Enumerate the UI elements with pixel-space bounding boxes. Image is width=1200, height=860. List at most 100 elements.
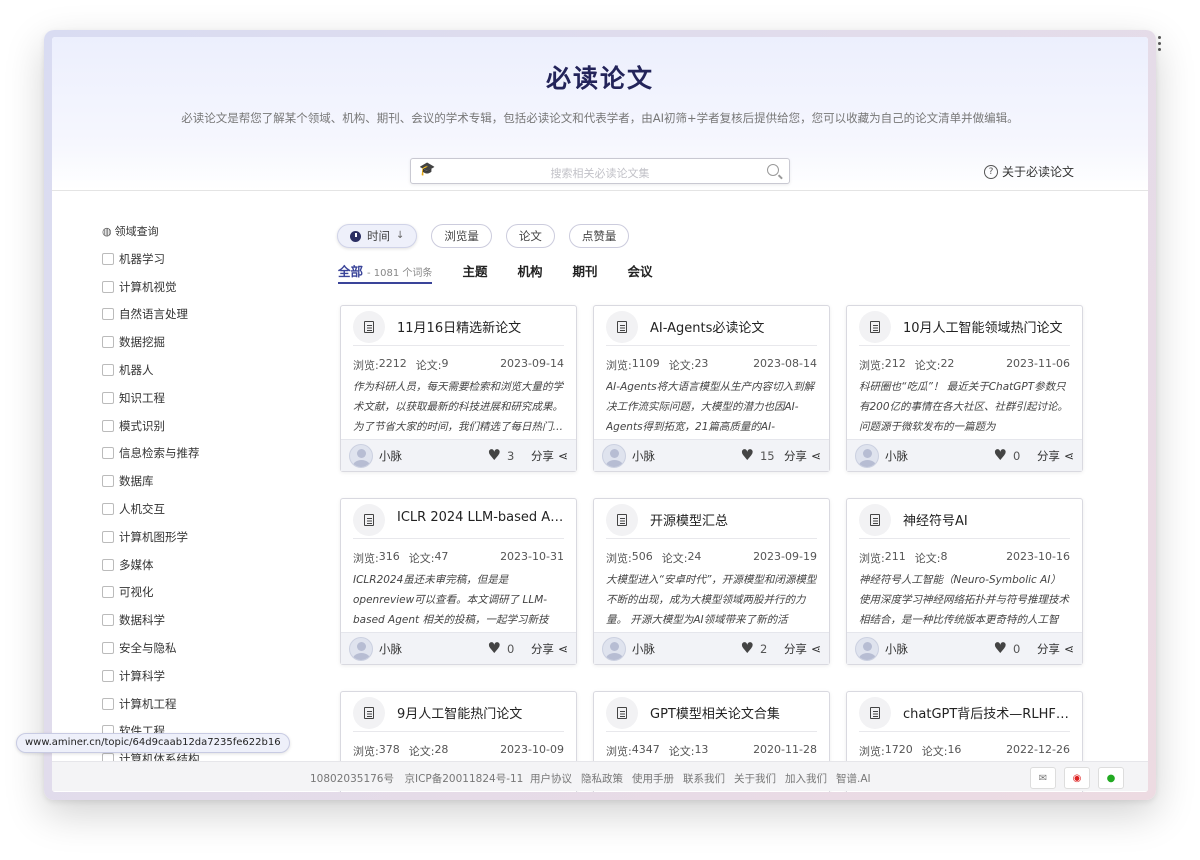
share-icon[interactable]: ⋖ <box>811 449 821 463</box>
weibo-icon[interactable]: ◉ <box>1064 767 1090 789</box>
domain-checkbox[interactable] <box>102 697 114 710</box>
share-button[interactable]: 分享 <box>531 448 554 464</box>
share-button[interactable]: 分享 <box>784 448 807 464</box>
share-icon[interactable]: ⋖ <box>558 642 568 656</box>
avatar[interactable] <box>855 443 879 468</box>
domain-filter-item[interactable]: 数据挖掘 <box>102 328 282 356</box>
domain-checkbox[interactable] <box>102 280 114 293</box>
author-name[interactable]: 小脉 <box>632 641 655 657</box>
domain-checkbox[interactable] <box>102 391 114 404</box>
card-title[interactable]: AI-Agents必读论文 <box>650 317 818 336</box>
share-icon[interactable]: ⋖ <box>811 642 821 656</box>
mail-icon[interactable]: ✉ <box>1030 767 1056 789</box>
card-title[interactable]: 11月16日精选新论文 <box>397 317 565 336</box>
domain-checkbox[interactable] <box>102 364 114 377</box>
domain-checkbox[interactable] <box>102 586 114 599</box>
card-title[interactable]: 9月人工智能热门论文 <box>397 703 565 722</box>
domain-checkbox[interactable] <box>102 308 114 321</box>
tab-topic[interactable]: 主题 <box>462 261 487 280</box>
footer-link[interactable]: 隐私政策 <box>581 771 623 786</box>
topic-card[interactable]: 开源模型汇总 浏览: 506 论文: 24 2023-09-19 大模型进入“安… <box>593 498 830 665</box>
wechat-icon[interactable]: ● <box>1098 767 1124 789</box>
domain-checkbox[interactable] <box>102 503 114 516</box>
author-name[interactable]: 小脉 <box>379 641 402 657</box>
share-icon[interactable]: ⋖ <box>558 449 568 463</box>
author-name[interactable]: 小脉 <box>632 448 655 464</box>
footer-link[interactable]: 使用手册 <box>632 771 674 786</box>
card-title[interactable]: 10月人工智能领域热门论文 <box>903 317 1071 336</box>
card-title[interactable]: ICLR 2024 LLM-based Agent <box>397 510 565 525</box>
domain-checkbox[interactable] <box>102 669 114 682</box>
domain-checkbox[interactable] <box>102 447 114 460</box>
domain-checkbox[interactable] <box>102 252 114 265</box>
card-title[interactable]: GPT模型相关论文合集 <box>650 703 818 722</box>
card-title[interactable]: 开源模型汇总 <box>650 510 818 529</box>
avatar[interactable] <box>855 636 879 661</box>
avatar[interactable] <box>349 443 373 468</box>
domain-filter-item[interactable]: 安全与隐私 <box>102 634 282 662</box>
sort-by-papers-button[interactable]: 论文 <box>505 224 555 248</box>
domain-filter-item[interactable]: 可视化 <box>102 579 282 607</box>
domain-filter-item[interactable]: 机器学习 <box>102 245 282 273</box>
sort-by-likes-button[interactable]: 点赞量 <box>568 224 630 248</box>
heart-icon[interactable]: ♥ <box>993 448 1006 463</box>
topic-card[interactable]: AI-Agents必读论文 浏览: 1109 论文: 23 2023-08-14… <box>593 305 830 472</box>
domain-filter-item[interactable]: 数据库 <box>102 467 282 495</box>
domain-filter-item[interactable]: 计算机视觉 <box>102 273 282 301</box>
author-name[interactable]: 小脉 <box>379 448 402 464</box>
card-title[interactable]: chatGPT背后技术—RLHF论文 <box>903 703 1071 722</box>
tab-journal[interactable]: 期刊 <box>572 261 597 280</box>
domain-filter-item[interactable]: 模式识别 <box>102 412 282 440</box>
sort-by-views-button[interactable]: 浏览量 <box>431 224 492 248</box>
tab-organization[interactable]: 机构 <box>517 261 542 280</box>
search-box[interactable]: 🎓 搜索相关必读论文集 <box>410 158 790 184</box>
topic-card[interactable]: 11月16日精选新论文 浏览: 2212 论文: 9 2023-09-14 作为… <box>340 305 577 472</box>
more-menu-icon[interactable] <box>1158 36 1161 51</box>
share-button[interactable]: 分享 <box>784 641 807 657</box>
domain-filter-item[interactable]: 信息检索与推荐 <box>102 440 282 468</box>
about-link[interactable]: ? 关于必读论文 <box>984 163 1074 180</box>
heart-icon[interactable]: ♥ <box>487 448 500 463</box>
avatar[interactable] <box>602 443 626 468</box>
avatar[interactable] <box>602 636 626 661</box>
domain-filter-item[interactable]: 机器人 <box>102 356 282 384</box>
heart-icon[interactable]: ♥ <box>487 641 500 656</box>
heart-icon[interactable]: ♥ <box>740 448 753 463</box>
heart-icon[interactable]: ♥ <box>740 641 753 656</box>
author-name[interactable]: 小脉 <box>885 641 908 657</box>
domain-checkbox[interactable] <box>102 336 114 349</box>
search-input[interactable]: 搜索相关必读论文集 <box>411 165 789 181</box>
domain-filter-item[interactable]: 多媒体 <box>102 551 282 579</box>
topic-card[interactable]: ICLR 2024 LLM-based Agent 浏览: 316 论文: 47… <box>340 498 577 665</box>
tab-all[interactable]: 全部 - 1081 个词条 <box>338 261 433 284</box>
domain-filter-item[interactable]: 计算机工程 <box>102 690 282 718</box>
domain-filter-item[interactable]: 数据科学 <box>102 606 282 634</box>
domain-checkbox[interactable] <box>102 475 114 488</box>
footer-link[interactable]: 联系我们 <box>683 771 725 786</box>
domain-checkbox[interactable] <box>102 558 114 571</box>
footer-link[interactable]: 用户协议 <box>530 771 572 786</box>
search-icon[interactable] <box>767 164 779 176</box>
heart-icon[interactable]: ♥ <box>993 641 1006 656</box>
topic-card[interactable]: 神经符号AI 浏览: 211 论文: 8 2023-10-16 神经符号人工智能… <box>846 498 1083 665</box>
topic-card[interactable]: 10月人工智能领域热门论文 浏览: 212 论文: 22 2023-11-06 … <box>846 305 1083 472</box>
domain-checkbox[interactable] <box>102 614 114 627</box>
domain-filter-item[interactable]: 人机交互 <box>102 495 282 523</box>
domain-checkbox[interactable] <box>102 642 114 655</box>
card-title[interactable]: 神经符号AI <box>903 510 1071 529</box>
share-button[interactable]: 分享 <box>531 641 554 657</box>
tab-conference[interactable]: 会议 <box>627 261 652 280</box>
domain-filter-item[interactable]: 自然语言处理 <box>102 301 282 329</box>
avatar[interactable] <box>349 636 373 661</box>
share-icon[interactable]: ⋖ <box>1064 449 1074 463</box>
footer-link[interactable]: 加入我们 <box>785 771 827 786</box>
domain-filter-item[interactable]: 知识工程 <box>102 384 282 412</box>
domain-checkbox[interactable] <box>102 530 114 543</box>
share-button[interactable]: 分享 <box>1037 641 1060 657</box>
sort-by-time-button[interactable]: 时间 ↓ <box>337 224 418 248</box>
footer-link[interactable]: 关于我们 <box>734 771 776 786</box>
domain-checkbox[interactable] <box>102 419 114 432</box>
domain-filter-item[interactable]: 计算科学 <box>102 662 282 690</box>
share-button[interactable]: 分享 <box>1037 448 1060 464</box>
domain-filter-item[interactable]: 计算机图形学 <box>102 523 282 551</box>
